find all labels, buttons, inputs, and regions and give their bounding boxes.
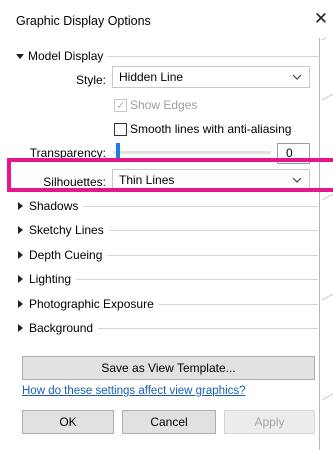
section-shadows[interactable]: Shadows (13, 199, 318, 213)
section-photographic-exposure[interactable]: Photographic Exposure (13, 297, 318, 311)
transparency-slider-thumb[interactable] (116, 143, 120, 158)
model-display-header[interactable]: Model Display (14, 48, 108, 64)
ok-button[interactable]: OK (22, 410, 114, 434)
smooth-lines-checkbox[interactable]: Smooth lines with anti-aliasing (114, 122, 291, 136)
show-edges-checkbox[interactable]: ✓ Show Edges (114, 98, 197, 112)
section-background[interactable]: Background (13, 321, 318, 335)
section-label: Lighting (29, 272, 72, 286)
section-divider (98, 327, 318, 329)
help-link[interactable]: How do these settings affect view graphi… (22, 385, 246, 397)
collapsed-triangle-icon (18, 275, 23, 283)
section-label: Depth Cueing (29, 248, 103, 262)
section-divider (107, 254, 318, 256)
style-value: Hidden Line (119, 70, 184, 84)
expanded-triangle-icon (16, 53, 24, 59)
section-label: Shadows (29, 199, 79, 213)
close-icon[interactable]: ✕ (312, 10, 330, 28)
section-depth-cueing[interactable]: Depth Cueing (13, 248, 318, 262)
save-as-view-template-button[interactable]: Save as View Template... (22, 356, 315, 380)
style-label: Style: (75, 73, 106, 87)
chevron-down-icon (292, 74, 302, 80)
collapsed-triangle-icon (18, 324, 23, 332)
smooth-lines-label: Smooth lines with anti-aliasing (130, 122, 292, 136)
checkbox-box: ✓ (114, 98, 127, 112)
checkmark-icon: ✓ (116, 99, 126, 112)
collapsed-triangle-icon (18, 251, 23, 259)
annotation-highlight-box (7, 158, 333, 192)
title-bar: Graphic Display Options (0, 0, 333, 38)
style-dropdown[interactable]: Hidden Line (112, 66, 310, 88)
cancel-button[interactable]: Cancel (122, 410, 216, 434)
section-divider (76, 278, 318, 280)
checkbox-box (114, 122, 127, 136)
section-divider (108, 229, 318, 231)
graphic-display-options-dialog: Graphic Display Options ✕ Model Display … (0, 0, 333, 450)
transparency-slider-track[interactable] (113, 151, 271, 154)
model-display-label: Model Display (28, 49, 104, 63)
apply-button[interactable]: Apply (224, 410, 315, 434)
section-divider (83, 205, 318, 207)
collapsed-triangle-icon (18, 226, 23, 234)
section-label: Sketchy Lines (29, 223, 104, 237)
section-divider (158, 303, 318, 305)
collapsed-triangle-icon (18, 202, 23, 210)
section-label: Photographic Exposure (29, 297, 154, 311)
section-lighting[interactable]: Lighting (13, 272, 318, 286)
section-label: Background (29, 321, 94, 335)
show-edges-label: Show Edges (130, 98, 198, 112)
collapsed-triangle-icon (18, 300, 23, 308)
dialog-title: Graphic Display Options (16, 14, 151, 28)
section-sketchy-lines[interactable]: Sketchy Lines (13, 223, 318, 237)
